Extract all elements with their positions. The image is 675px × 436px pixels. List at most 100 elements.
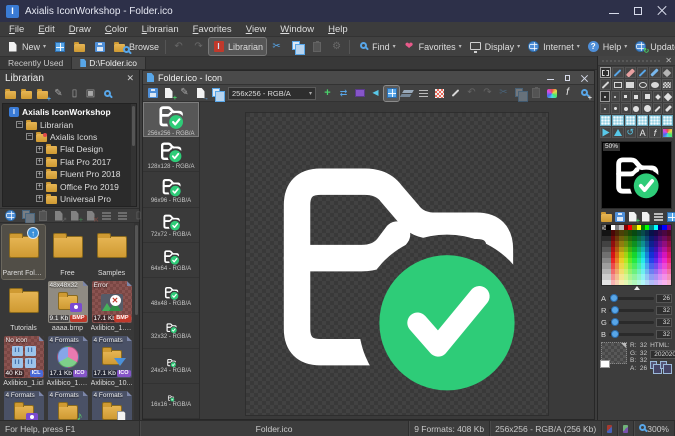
- brush-size-dot-2[interactable]: [600, 103, 610, 114]
- doc-effects-button[interactable]: f: [560, 86, 575, 101]
- tree-expand-icon[interactable]: +: [36, 146, 43, 153]
- toolbar-help-button[interactable]: ?Help▾: [584, 38, 631, 55]
- format-16x16[interactable]: 16x16 - RGB/A: [143, 384, 199, 419]
- palette-list-view-button[interactable]: [653, 211, 664, 222]
- tree-expand-icon[interactable]: +: [36, 183, 43, 190]
- library-item-axlibico-10-[interactable]: 4 Formats17.1 KbICOAxlibico_10...: [90, 335, 133, 389]
- doc-duplicate-format-button[interactable]: [209, 86, 224, 101]
- menu-librarian[interactable]: Librarian: [135, 22, 186, 36]
- brush-size-diamond-4[interactable]: [653, 91, 663, 102]
- doc-rows-button[interactable]: [416, 86, 431, 101]
- copy-color-icon[interactable]: [650, 361, 657, 369]
- librarian-paste-item-button[interactable]: [36, 209, 49, 222]
- library-item-axlibico-1-icl[interactable]: No iconI II II II I40 KbICLAxlibico_1.ic…: [2, 335, 45, 389]
- close-button[interactable]: [655, 5, 669, 17]
- menu-help[interactable]: Help: [321, 22, 355, 36]
- library-item-folder-video[interactable]: 4 Formats17.1 KbICO: [2, 390, 45, 420]
- library-item-folder-music[interactable]: 4 Formats♪17.1 KbICO: [46, 390, 89, 420]
- texture-5-swatch[interactable]: [649, 115, 660, 126]
- tree-collapse-icon[interactable]: −: [26, 133, 33, 140]
- doc-edit-format-button[interactable]: ✎: [177, 86, 192, 101]
- doc-copy2-button[interactable]: [512, 86, 527, 101]
- toolbar-open-folder-button[interactable]: [70, 38, 89, 55]
- menu-favorites[interactable]: Favorites: [186, 22, 239, 36]
- format-72x72[interactable]: 72x72 - RGB/A: [143, 208, 199, 243]
- doc-zoom-in-button[interactable]: +: [576, 86, 591, 101]
- toolbar-display-button[interactable]: Display▾: [466, 38, 524, 55]
- library-item-samples[interactable]: Samples: [90, 225, 133, 279]
- draw-dithered-rectangle-tool[interactable]: [662, 79, 673, 90]
- tree-expand-icon[interactable]: +: [36, 195, 43, 202]
- palette-add-palette-button[interactable]: +: [627, 211, 638, 222]
- tree-item-axialis-icons[interactable]: −Axialis Icons: [3, 131, 136, 143]
- doc-close-button[interactable]: [579, 73, 590, 83]
- toolbar-new-library-button[interactable]: [50, 38, 69, 55]
- rotate-tool[interactable]: ↺: [625, 127, 636, 138]
- brush-size-square-5[interactable]: [642, 91, 652, 102]
- toolbar-update-button[interactable]: ↻Update: [631, 38, 675, 55]
- draw-rectangle-tool[interactable]: [612, 79, 623, 90]
- editor-canvas[interactable]: [200, 102, 594, 419]
- palette-default-palette-button[interactable]: [640, 211, 651, 222]
- tree-expand-icon[interactable]: +: [36, 171, 43, 178]
- brush-size-dot-7[interactable]: [642, 103, 652, 114]
- text-tool[interactable]: A: [637, 127, 648, 138]
- doc-transfer-button[interactable]: ⇄: [336, 86, 351, 101]
- format-256x256[interactable]: 256x256 - RGB/A: [143, 102, 199, 137]
- librarian-export-item-button[interactable]: ↗: [52, 209, 65, 222]
- brush-size-dot-3[interactable]: [611, 103, 621, 114]
- library-item-tutorials[interactable]: Tutorials: [2, 280, 45, 334]
- slider-thumb[interactable]: [611, 306, 619, 314]
- effects-tool[interactable]: f: [649, 127, 660, 138]
- brush-size-dot-6[interactable]: [632, 103, 642, 114]
- toolbar-librarian-button[interactable]: ILibrarian: [209, 38, 266, 55]
- flip-horizontal-tool[interactable]: [600, 127, 611, 138]
- librarian-add-library-button[interactable]: +: [36, 88, 49, 101]
- librarian-new-library-folder-button[interactable]: [4, 88, 17, 101]
- librarian-delete-library-button[interactable]: ▯: [68, 88, 81, 101]
- menu-draw[interactable]: Draw: [62, 22, 98, 36]
- librarian-close-icon[interactable]: ✕: [126, 73, 134, 84]
- secondary-color-swatch[interactable]: [600, 360, 610, 368]
- tree-item-axialis-iconworkshop[interactable]: IAxialis IconWorkshop: [3, 106, 136, 118]
- tree-item-universal-pro[interactable]: +Universal Pro: [3, 193, 136, 205]
- doc-dither-button[interactable]: [432, 86, 447, 101]
- librarian-internet-library-button[interactable]: [4, 209, 17, 222]
- tools-panel-close-icon[interactable]: ✕: [665, 57, 672, 65]
- librarian-open-library-button[interactable]: [20, 88, 33, 101]
- select-marquee-tool[interactable]: [600, 67, 611, 78]
- slider-thumb[interactable]: [610, 294, 618, 302]
- doc-add-format-button[interactable]: +: [161, 86, 176, 101]
- maximize-button[interactable]: [631, 5, 645, 17]
- doc-image-button[interactable]: [352, 86, 367, 101]
- doc-draw-mode-button[interactable]: [448, 86, 463, 101]
- brush-size-slash-2[interactable]: [653, 103, 663, 114]
- draw-filled-ellipse-tool[interactable]: [649, 79, 660, 90]
- texture-2-swatch[interactable]: [612, 115, 623, 126]
- format-64x64[interactable]: 64x64 - RGB/A: [143, 243, 199, 278]
- doc-export-image-button[interactable]: →: [193, 86, 208, 101]
- toolbar-redo-button[interactable]: ↷: [189, 38, 208, 55]
- library-item-free[interactable]: Free: [46, 225, 89, 279]
- format-32x32[interactable]: 32x32 - RGB/A: [143, 313, 199, 348]
- doc-palette-button[interactable]: [544, 86, 559, 101]
- toolbar-browse-button[interactable]: Browse: [110, 38, 162, 55]
- tree-scrollbar[interactable]: [131, 104, 136, 206]
- brush-size-dot-2[interactable]: [600, 91, 610, 102]
- format-24x24[interactable]: 24x24 - RGB/A: [143, 349, 199, 384]
- brush-tool[interactable]: [649, 67, 660, 78]
- brush-size-diamond-6[interactable]: [663, 91, 673, 102]
- format-selector-dropdown[interactable]: 256x256 - RGB/A▾: [228, 87, 316, 100]
- librarian-delete-item-button[interactable]: ✕: [84, 209, 97, 222]
- doc-layers-button[interactable]: [400, 86, 415, 101]
- slider-r-track[interactable]: [609, 309, 654, 312]
- toolbar-options-gear-button[interactable]: ⚙: [327, 38, 346, 55]
- brush-size-dot-2[interactable]: [611, 91, 621, 102]
- draw-line-tool[interactable]: [600, 79, 611, 90]
- brush-size-square-3[interactable]: [621, 91, 631, 102]
- draw-filled-rectangle-tool[interactable]: [625, 79, 636, 90]
- tree-item-flat-design[interactable]: +Flat Design: [3, 143, 136, 155]
- copy-html-icon[interactable]: [660, 361, 667, 369]
- librarian-search-button[interactable]: [100, 88, 113, 101]
- brush-size-slash-3[interactable]: [663, 103, 673, 114]
